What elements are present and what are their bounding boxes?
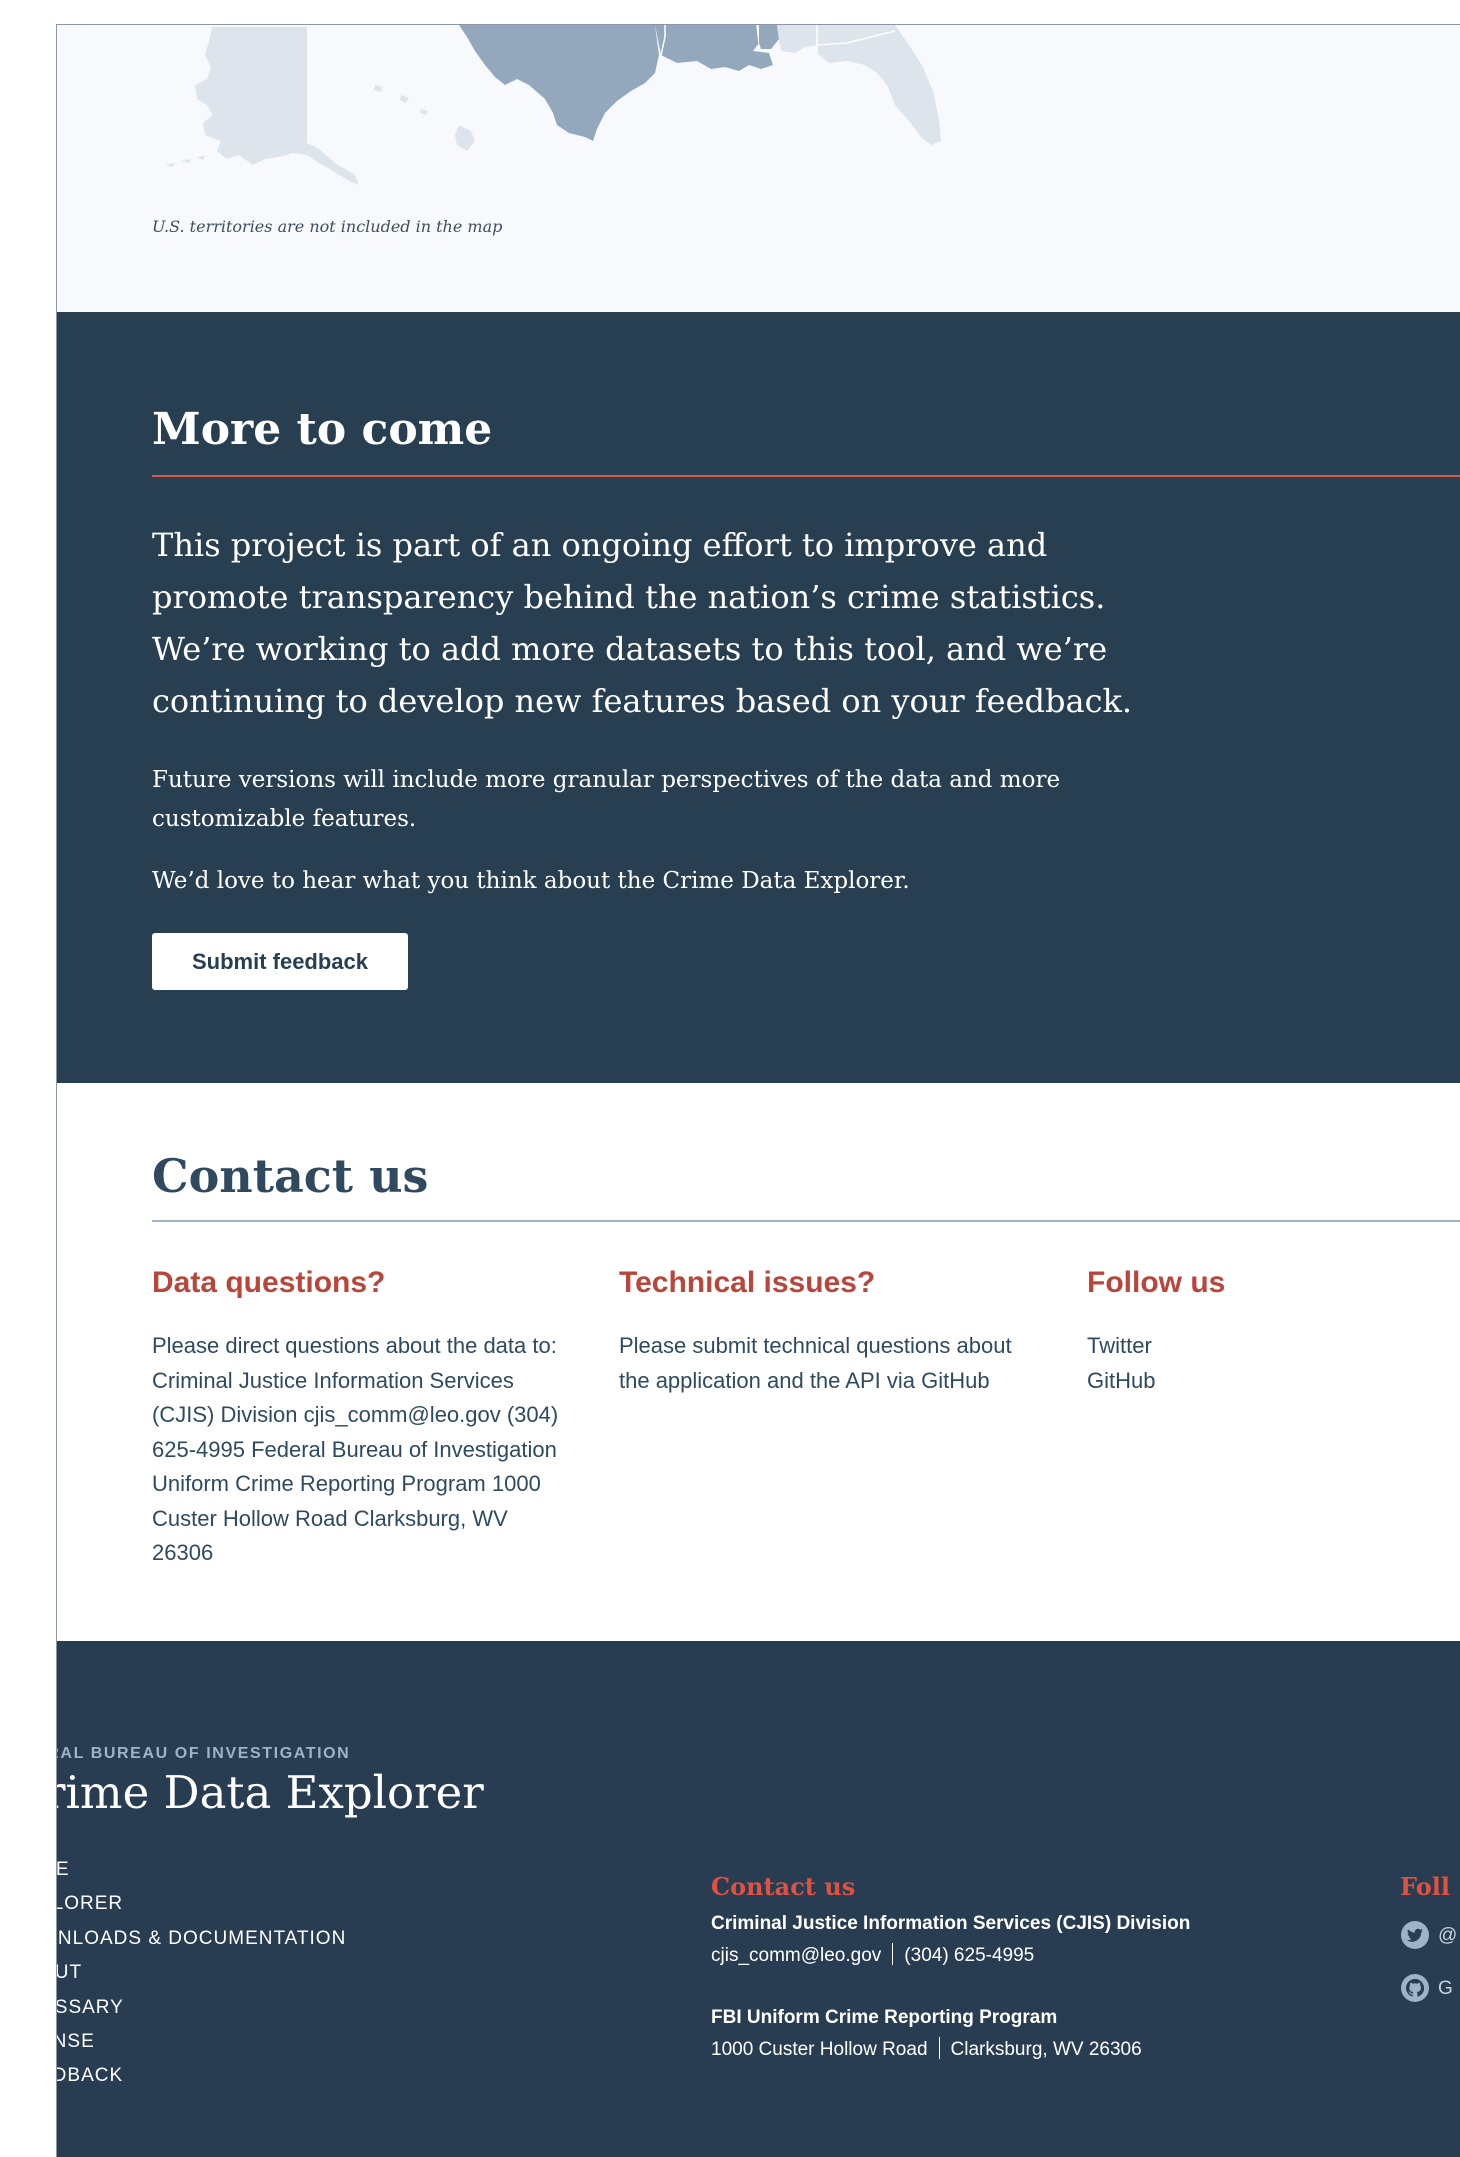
map-state-louisiana[interactable] <box>655 25 773 71</box>
footer-nav-feedback[interactable]: EDBACK <box>57 2059 346 2093</box>
footer-follow-heading: Foll <box>1400 1872 1450 1901</box>
footer-github-label[interactable]: G <box>1438 1978 1453 2000</box>
map-state-florida[interactable] <box>817 25 941 145</box>
technical-issues-heading: Technical issues? <box>619 1266 876 1299</box>
twitter-icon[interactable] <box>1400 1920 1430 1950</box>
footer-nav-about[interactable]: OUT <box>57 1956 346 1990</box>
footer-ucr-city: Clarksburg, WV 26306 <box>950 2039 1142 2060</box>
twitter-link[interactable]: Twitter <box>1087 1329 1387 1364</box>
separator <box>892 1943 894 1965</box>
footer-cjis-name: Criminal Justice Information Services (C… <box>711 1913 1191 1934</box>
map-state-hawaii[interactable] <box>374 85 475 151</box>
footer-nav-downloads[interactable]: WNLOADS & DOCUMENTATION <box>57 1922 346 1956</box>
map-alaska-aleutians <box>165 156 205 167</box>
contact-title: Contact us <box>152 1149 429 1203</box>
more-to-come-title: More to come <box>152 404 493 455</box>
separator <box>938 2037 940 2059</box>
footer-nav-glossary[interactable]: OSSARY <box>57 1991 346 2025</box>
us-map <box>165 25 941 185</box>
more-to-come-divider <box>152 475 1460 477</box>
footer-contact-heading: Contact us <box>711 1872 856 1901</box>
footer-ucr-name: FBI Uniform Crime Reporting Program <box>711 2007 1058 2028</box>
map-state-mississippi[interactable] <box>759 25 779 49</box>
footer-nav-license[interactable]: ENSE <box>57 2025 346 2059</box>
github-link[interactable]: GitHub <box>1087 1364 1387 1399</box>
footer-cjis-email[interactable]: cjis_comm@leo.gov <box>711 1945 881 1966</box>
more-to-come-lead: This project is part of an ongoing effor… <box>152 526 1133 720</box>
map-territories-note: U.S. territories are not included in the… <box>152 217 503 236</box>
footer-cjis-contact: cjis_comm@leo.gov (304) 625-4995 <box>711 1943 1034 1967</box>
github-icon[interactable] <box>1400 1973 1430 2003</box>
more-to-come-paragraph: Future versions will include more granul… <box>152 767 1061 832</box>
data-questions-text: Please direct questions about the data t… <box>152 1333 559 1565</box>
map-state-texas[interactable] <box>459 25 659 141</box>
footer-twitter-label[interactable]: @ <box>1438 1925 1457 1947</box>
follow-us-links: Twitter GitHub <box>1087 1329 1387 1398</box>
page-frame: U.S. territories are not included in the… <box>56 24 1460 2157</box>
technical-issues-text: Please submit technical questions about … <box>619 1333 1012 1393</box>
more-to-come-feedback-prompt: We’d love to hear what you think about t… <box>152 868 910 894</box>
footer-nav-home[interactable]: ME <box>57 1853 346 1887</box>
footer-cjis-phone: (304) 625-4995 <box>904 1945 1035 1966</box>
data-questions-heading: Data questions? <box>152 1266 386 1299</box>
footer-nav: ME PLORER WNLOADS & DOCUMENTATION OUT OS… <box>57 1853 346 2094</box>
site-footer: ERAL BUREAU OF INVESTIGATION rime Data E… <box>57 1641 1460 2157</box>
map-state-alabama[interactable] <box>777 25 817 53</box>
contact-divider <box>152 1220 1460 1222</box>
footer-agency-name: ERAL BUREAU OF INVESTIGATION <box>56 1745 351 1762</box>
contact-section: Contact us Data questions? Please direct… <box>57 1083 1460 1641</box>
footer-ucr-address: 1000 Custer Hollow Road Clarksburg, WV 26… <box>711 2037 1142 2061</box>
follow-us-heading: Follow us <box>1087 1266 1226 1299</box>
more-to-come-section: More to come This project is part of an … <box>57 312 1460 1083</box>
map-section: U.S. territories are not included in the… <box>57 25 1460 312</box>
submit-feedback-button[interactable]: Submit feedback <box>152 933 408 990</box>
footer-nav-explorer[interactable]: PLORER <box>57 1887 346 1921</box>
footer-brand-title[interactable]: rime Data Explorer <box>57 1766 484 1819</box>
map-state-alaska[interactable] <box>195 27 359 185</box>
footer-ucr-street: 1000 Custer Hollow Road <box>711 2039 928 2060</box>
